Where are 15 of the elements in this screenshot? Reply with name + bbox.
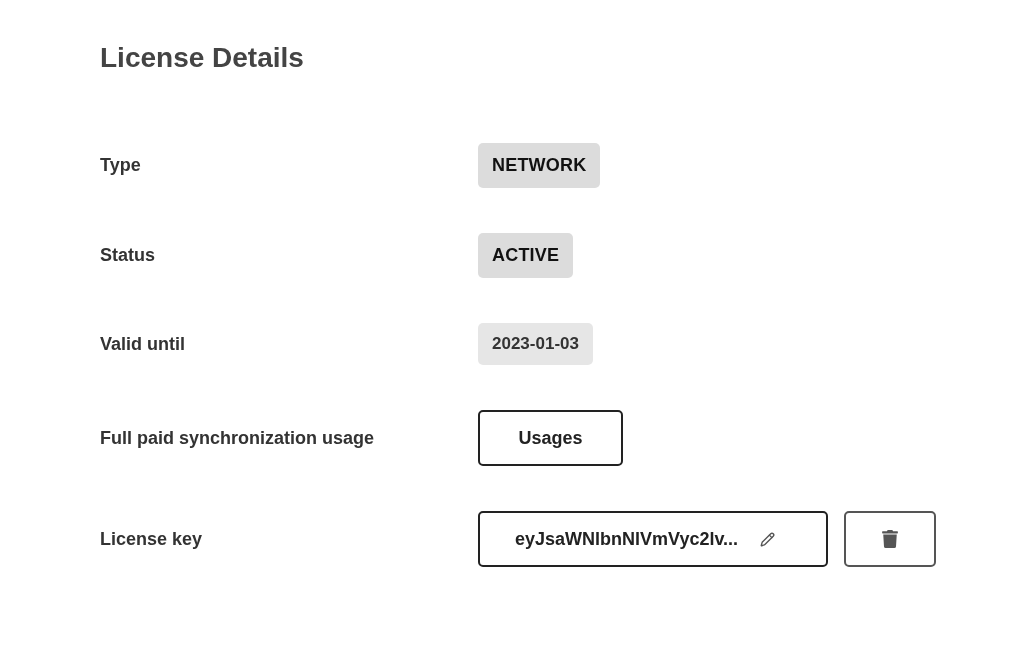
field-label: Type bbox=[100, 155, 141, 175]
field-label: Full paid synchronization usage bbox=[100, 427, 375, 448]
page-title: License Details bbox=[100, 41, 304, 75]
field-label: Status bbox=[100, 245, 155, 265]
license-key-field[interactable]: eyJsaWNlbnNlVmVyc2lv... bbox=[478, 511, 828, 567]
value-badge: ACTIVE bbox=[478, 233, 574, 278]
field-label: Valid until bbox=[100, 333, 185, 354]
field-label: License key bbox=[100, 528, 203, 549]
delete-button[interactable] bbox=[844, 511, 936, 567]
date-tag: 2023-01-03 bbox=[478, 323, 593, 365]
usages-button[interactable]: Usages bbox=[478, 410, 623, 466]
trash-icon bbox=[882, 530, 898, 548]
pencil-icon[interactable] bbox=[760, 531, 776, 547]
value-badge: NETWORK bbox=[478, 143, 601, 188]
license-key-text: eyJsaWNlbnNlVmVyc2lv... bbox=[515, 527, 739, 551]
